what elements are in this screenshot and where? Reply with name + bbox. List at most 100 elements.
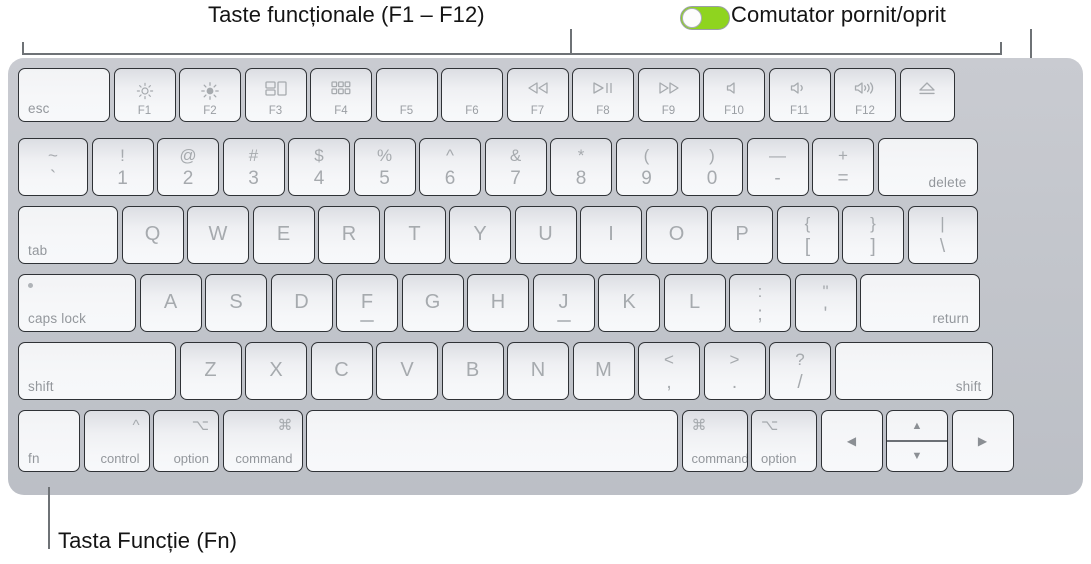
key-return[interactable]: return (860, 274, 980, 332)
key-h[interactable]: H (467, 274, 529, 332)
key-f10[interactable]: F10 (703, 68, 765, 122)
key-2[interactable]: @2 (157, 138, 219, 196)
key-label-slash: / (797, 372, 803, 393)
key-x[interactable]: X (245, 342, 307, 400)
key-equal[interactable]: + = (812, 138, 874, 196)
key-v[interactable]: V (376, 342, 438, 400)
key-shift-label-minus: — (769, 146, 786, 165)
key-label-q: Q (144, 223, 161, 246)
key-grave[interactable]: ~ ` (18, 138, 88, 196)
key-w[interactable]: W (187, 206, 249, 264)
fkeys-leader-cap-right (1000, 42, 1002, 55)
key-l[interactable]: L (663, 274, 726, 332)
keyboard-function-row: esc F1 F2 F3 F4 F5 F6 F7 F8 F9 F10 F11 F12 (18, 68, 955, 122)
key-f8[interactable]: F8 (572, 68, 634, 122)
key-slash[interactable]: ? / (769, 342, 831, 400)
key-9[interactable]: (9 (615, 138, 678, 196)
key-f11[interactable]: F11 (768, 68, 831, 122)
key-eject[interactable] (899, 68, 955, 122)
key-label-h: H (490, 291, 506, 314)
key-7[interactable]: & 7 (484, 138, 547, 196)
key-e[interactable]: E (252, 206, 315, 264)
key-caps-lock[interactable]: caps lock (18, 274, 136, 332)
key-minus[interactable]: — - (746, 138, 809, 196)
key-o[interactable]: O (645, 206, 708, 264)
key-g[interactable]: G (401, 274, 464, 332)
key-label-return: return (932, 311, 969, 326)
key-q[interactable]: Q (121, 206, 184, 264)
key-shift-label-5: % (376, 146, 393, 165)
key-command-right[interactable]: ⌘ command (681, 410, 748, 472)
key-f6[interactable]: F6 (441, 68, 503, 122)
key-3[interactable]: #3 (222, 138, 285, 196)
key-fn[interactable]: fn (18, 410, 80, 472)
key-label-4: 4 (313, 168, 325, 189)
key-label-option-right: option (761, 451, 797, 466)
key-8[interactable]: * 8 (550, 138, 612, 196)
key-label-c: C (334, 359, 349, 382)
key-d[interactable]: D (270, 274, 333, 332)
key-label-x: X (269, 359, 283, 382)
key-delete[interactable]: delete (877, 138, 978, 196)
key-f2[interactable]: F2 (179, 68, 241, 122)
key-shift-left[interactable]: shift (18, 342, 176, 400)
key-4[interactable]: $4 (288, 138, 350, 196)
key-f7[interactable]: F7 (506, 68, 569, 122)
key-bracket-right[interactable]: }] (842, 206, 904, 264)
key-bracket-left[interactable]: {[ (776, 206, 839, 264)
key-arrow-left[interactable]: ◀ (820, 410, 883, 472)
key-1[interactable]: ! 1 (91, 138, 154, 196)
key-u[interactable]: U (514, 206, 577, 264)
power-toggle-switch[interactable] (680, 6, 730, 30)
key-option-left[interactable]: ⌥ option (153, 410, 219, 472)
key-i[interactable]: I (580, 206, 642, 264)
fkeys-leader-cap-left (22, 42, 24, 55)
key-label-caps-lock: caps lock (28, 311, 87, 326)
key-y[interactable]: Y (449, 206, 511, 264)
key-f12[interactable]: F12 (834, 68, 896, 122)
key-f[interactable]: F (336, 274, 398, 332)
key-space[interactable] (306, 410, 678, 472)
key-f4[interactable]: F4 (310, 68, 372, 122)
key-5[interactable]: % 5 (353, 138, 416, 196)
key-s[interactable]: S (205, 274, 267, 332)
key-tab[interactable]: tab (18, 206, 118, 264)
key-c[interactable]: C (310, 342, 373, 400)
key-f9[interactable]: F9 (637, 68, 700, 122)
key-quote[interactable]: " ' (794, 274, 857, 332)
key-label-d: D (294, 291, 309, 314)
key-arrow-updown[interactable]: ▲ ▼ (886, 410, 948, 472)
key-control[interactable]: ^ control (83, 410, 150, 472)
key-esc[interactable]: esc (18, 68, 110, 122)
key-shift-label-bracket-left: { (804, 214, 811, 233)
key-command-left[interactable]: ⌘ command (222, 410, 303, 472)
key-0[interactable]: ) 0 (681, 138, 743, 196)
key-option-right[interactable]: ⌥ option (751, 410, 817, 472)
key-f5[interactable]: F5 (375, 68, 438, 122)
key-6[interactable]: ^ 6 (419, 138, 481, 196)
key-n[interactable]: N (507, 342, 569, 400)
key-j[interactable]: J (532, 274, 595, 332)
key-a[interactable]: A (139, 274, 202, 332)
key-k[interactable]: K (598, 274, 660, 332)
key-label-z: Z (204, 359, 217, 382)
key-arrow-down[interactable]: ▼ (887, 441, 947, 471)
key-f1[interactable]: F1 (113, 68, 176, 122)
key-p[interactable]: P (711, 206, 773, 264)
key-semicolon[interactable]: :; (729, 274, 791, 332)
key-m[interactable]: M (572, 342, 635, 400)
key-period[interactable]: >. (703, 342, 766, 400)
key-shift-right[interactable]: shift (834, 342, 993, 400)
key-f3[interactable]: F3 (244, 68, 307, 122)
key-b[interactable]: B (441, 342, 504, 400)
key-label-f10: F10 (724, 105, 744, 117)
key-arrow-up[interactable]: ▲ (887, 411, 947, 441)
key-z[interactable]: Z (179, 342, 242, 400)
key-arrow-right[interactable]: ▶ (951, 410, 1014, 472)
key-t[interactable]: T (383, 206, 446, 264)
key-comma[interactable]: <, (638, 342, 700, 400)
key-backslash[interactable]: | \ (907, 206, 978, 264)
key-r[interactable]: R (318, 206, 380, 264)
key-label-fn: fn (28, 451, 40, 466)
key-label-arrow-right: ▶ (977, 434, 988, 448)
